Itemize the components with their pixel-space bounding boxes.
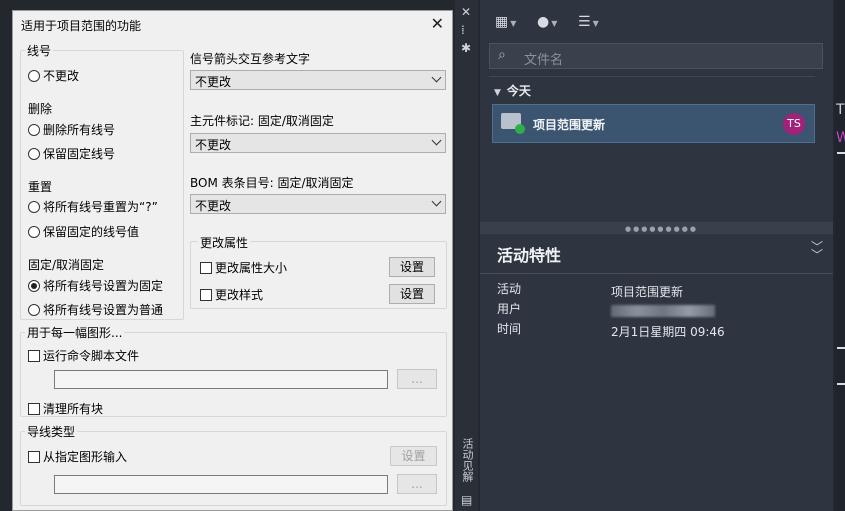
drawing-line bbox=[837, 383, 845, 385]
prop-key-time: 时间 bbox=[497, 322, 522, 336]
prop-value-time: 2月1日星期四 09:46 bbox=[611, 325, 725, 339]
bom-item-select[interactable]: 不更改 bbox=[190, 194, 446, 214]
avatar: TS bbox=[783, 113, 805, 135]
close-icon[interactable]: ✕ bbox=[431, 14, 444, 33]
checkbox-box bbox=[200, 288, 212, 301]
dialog-title: 适用于项目范围的功能 bbox=[21, 19, 142, 33]
browse-script-button[interactable]: ... bbox=[397, 369, 437, 389]
activity-item[interactable]: 项目范围更新 TS bbox=[492, 104, 815, 143]
drawing-text-fragment: T bbox=[836, 102, 845, 118]
activity-insights-palette: ▦ ▼ ● ▼ ☰ ▼ ⌕ 文件名 ▼ 今天 项目范围更新 TS ●●●●●●●●● 活… bbox=[480, 0, 833, 511]
delete-label: 删除 bbox=[28, 102, 53, 116]
bom-item-label: BOM 表条目号: 固定/取消固定 bbox=[190, 176, 354, 190]
chevron-down-icon bbox=[431, 135, 442, 146]
purge-blocks-checkbox[interactable]: 清理所有块 bbox=[28, 400, 103, 417]
from-drawing-checkbox[interactable]: 从指定图形输入 bbox=[28, 448, 127, 465]
wire-type-title: 导线类型 bbox=[25, 423, 78, 440]
checkbox-box bbox=[200, 261, 212, 274]
properties-title: 活动特性 bbox=[497, 246, 562, 265]
wire-type-group bbox=[20, 431, 447, 506]
radio-keep-fixed[interactable]: 保留固定线号 bbox=[28, 145, 115, 162]
chevron-down-icon bbox=[431, 72, 442, 83]
wire-number-group-title: 线号 bbox=[25, 42, 54, 59]
checkbox-box bbox=[28, 402, 40, 415]
radio-dot bbox=[28, 147, 40, 160]
pin-icon[interactable]: ⁞ bbox=[461, 23, 465, 37]
folder-sync-icon bbox=[501, 113, 525, 134]
close-icon[interactable]: ✕ bbox=[461, 5, 471, 19]
gear-icon[interactable]: ✱ bbox=[461, 41, 471, 55]
radio-dot bbox=[28, 225, 40, 238]
drawing-line bbox=[837, 347, 845, 349]
palette-icon[interactable]: ▤ bbox=[461, 493, 472, 507]
palette-title-strip: ✕ ⁞ ✱ 活动见解 ▤ bbox=[455, 0, 478, 511]
radio-reset-all[interactable]: 将所有线号重置为“?” bbox=[28, 198, 158, 215]
drawing-area-edge bbox=[835, 0, 845, 511]
drawing-text-fragment: W bbox=[836, 130, 845, 146]
prop-key-activity: 活动 bbox=[497, 282, 522, 296]
chevron-down-icon bbox=[431, 196, 442, 207]
radio-set-normal[interactable]: 将所有线号设置为普通 bbox=[28, 301, 163, 318]
activity-item-name: 项目范围更新 bbox=[533, 118, 606, 132]
collapse-triangle-icon: ▼ bbox=[494, 88, 501, 98]
prop-value-user-redacted bbox=[611, 305, 715, 320]
search-icon: ⌕ bbox=[498, 47, 506, 63]
signal-arrow-label: 信号箭头交互参考文字 bbox=[190, 52, 311, 66]
signal-arrow-select[interactable]: 不更改 bbox=[190, 70, 446, 90]
attribute-style-checkbox[interactable]: 更改样式 bbox=[200, 286, 263, 303]
parent-tag-label: 主元件标记: 固定/取消固定 bbox=[190, 114, 334, 128]
change-attributes-title: 更改属性 bbox=[198, 234, 251, 251]
drawing-line bbox=[837, 152, 845, 154]
grip-icon: ●●●●●●●●● bbox=[625, 225, 698, 233]
splitter-handle[interactable]: ●●●●●●●●● bbox=[480, 222, 833, 234]
radio-delete-all[interactable]: 删除所有线号 bbox=[28, 121, 115, 138]
project-wide-functions-dialog: 适用于项目范围的功能 ✕ 线号 不更改 删除 删除所有线号 保留固定线号 重置 … bbox=[12, 10, 453, 511]
wire-type-set-button[interactable]: 设置 bbox=[390, 446, 437, 466]
fix-label: 固定/取消固定 bbox=[28, 258, 105, 272]
script-file-input[interactable] bbox=[54, 370, 388, 389]
search-placeholder: 文件名 bbox=[524, 53, 564, 68]
radio-dot bbox=[28, 200, 40, 213]
double-chevron-icon[interactable]: ﹀ ﹀ bbox=[811, 241, 823, 261]
run-script-checkbox[interactable]: 运行命令脚本文件 bbox=[28, 347, 139, 364]
activity-insights-label: 活动见解 bbox=[461, 438, 474, 482]
separator bbox=[489, 76, 815, 77]
attribute-style-set-button[interactable]: 设置 bbox=[389, 284, 435, 304]
radio-dot-selected bbox=[28, 279, 40, 292]
calendar-filter-icon[interactable]: ▦ ▼ bbox=[495, 14, 516, 30]
attribute-size-set-button[interactable]: 设置 bbox=[389, 257, 435, 277]
user-filter-icon[interactable]: ● ▼ bbox=[537, 14, 557, 30]
reset-label: 重置 bbox=[28, 180, 53, 194]
drawing-file-input[interactable] bbox=[54, 475, 388, 494]
parent-tag-select[interactable]: 不更改 bbox=[190, 133, 446, 153]
search-input[interactable]: ⌕ 文件名 bbox=[489, 43, 823, 69]
radio-no-change[interactable]: 不更改 bbox=[28, 67, 79, 84]
separator bbox=[480, 273, 833, 274]
radio-set-fixed[interactable]: 将所有线号设置为固定 bbox=[28, 277, 163, 294]
each-drawing-title: 用于每一幅图形... bbox=[25, 324, 125, 341]
list-view-icon[interactable]: ☰ ▼ bbox=[578, 14, 599, 30]
checkbox-box bbox=[28, 349, 40, 362]
radio-dot bbox=[28, 303, 40, 316]
redacted-user bbox=[611, 305, 715, 317]
attribute-size-checkbox[interactable]: 更改属性大小 bbox=[200, 259, 287, 276]
prop-value-activity: 项目范围更新 bbox=[611, 285, 684, 299]
radio-dot bbox=[28, 123, 40, 136]
checkbox-box bbox=[28, 450, 40, 463]
radio-dot bbox=[28, 69, 40, 82]
browse-drawing-button[interactable]: ... bbox=[397, 474, 437, 494]
prop-key-user: 用户 bbox=[497, 302, 522, 316]
radio-keep-fixed-value[interactable]: 保留固定的线号值 bbox=[28, 223, 139, 240]
today-group-header[interactable]: ▼ 今天 bbox=[494, 82, 531, 99]
